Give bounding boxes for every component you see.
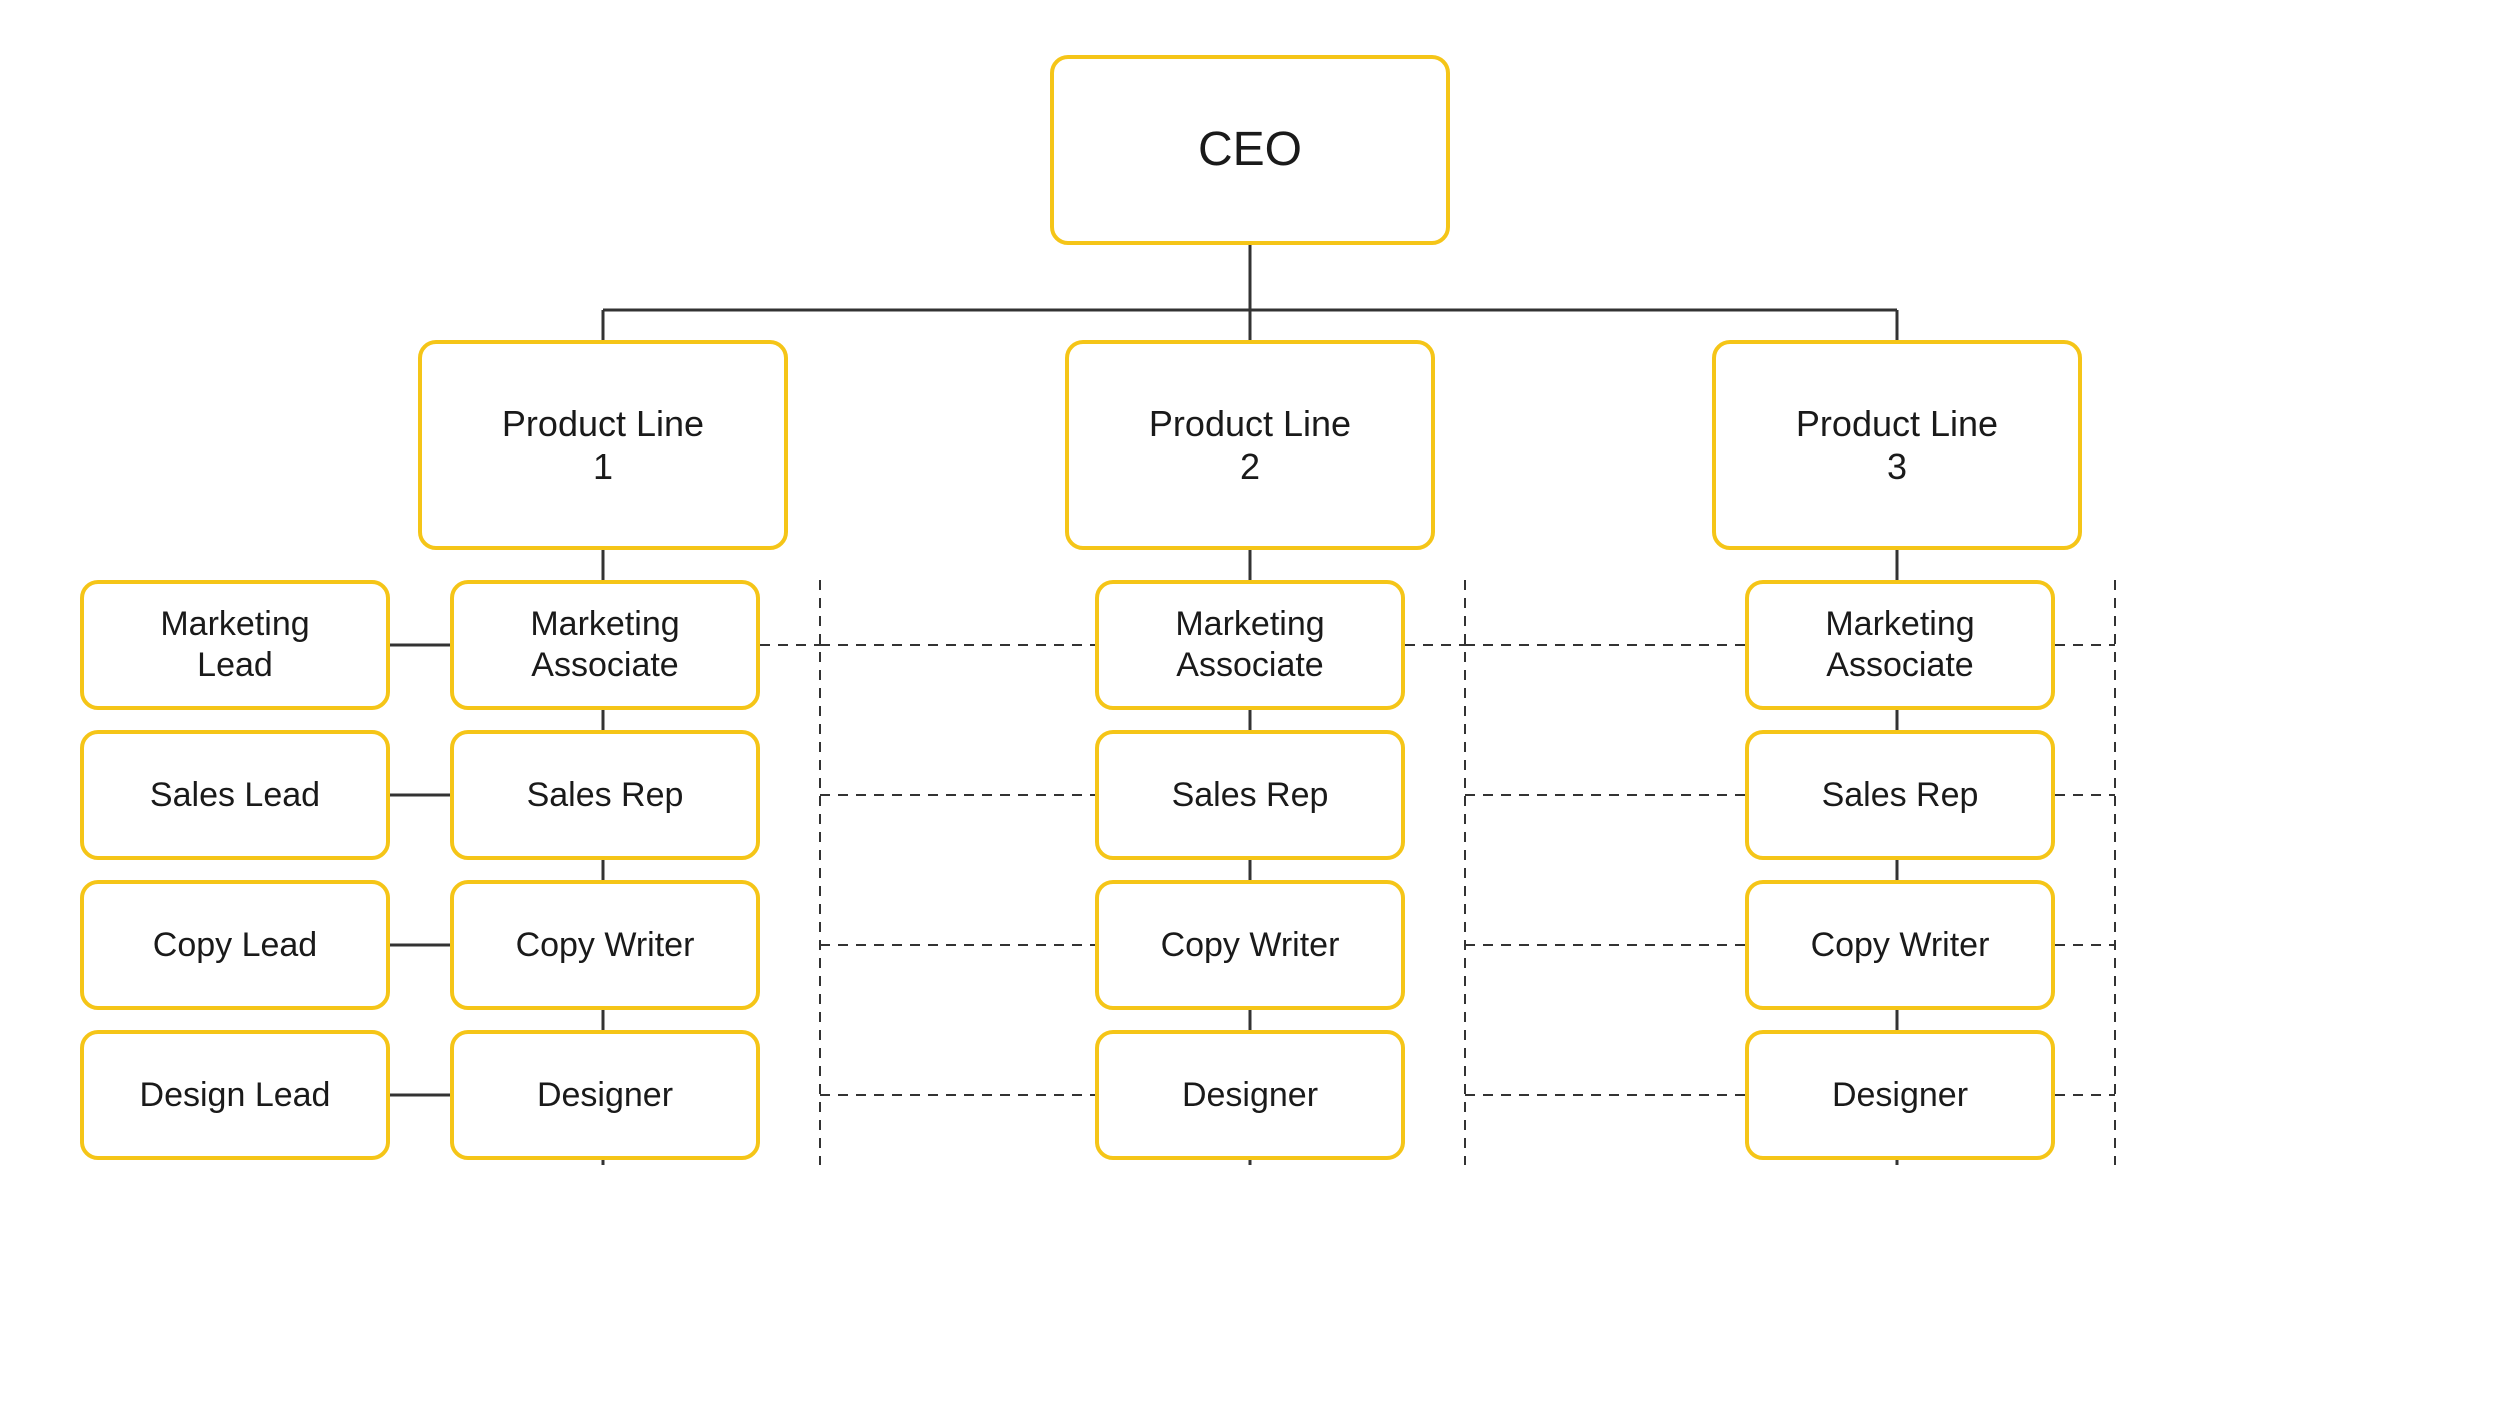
node-pl2-copy-writer: Copy Writer xyxy=(1095,880,1405,1010)
node-pl3-marketing-associate: MarketingAssociate xyxy=(1745,580,2055,710)
node-pl3: Product Line3 xyxy=(1712,340,2082,550)
node-sales-lead: Sales Lead xyxy=(80,730,390,860)
org-chart: CEO Product Line1 Product Line2 Product … xyxy=(0,0,2500,1402)
node-marketing-lead: MarketingLead xyxy=(80,580,390,710)
node-pl1-designer: Designer xyxy=(450,1030,760,1160)
node-pl2: Product Line2 xyxy=(1065,340,1435,550)
node-pl3-sales-rep: Sales Rep xyxy=(1745,730,2055,860)
node-design-lead: Design Lead xyxy=(80,1030,390,1160)
node-pl2-designer: Designer xyxy=(1095,1030,1405,1160)
node-pl1: Product Line1 xyxy=(418,340,788,550)
node-ceo: CEO xyxy=(1050,55,1450,245)
node-copy-lead: Copy Lead xyxy=(80,880,390,1010)
node-pl2-sales-rep: Sales Rep xyxy=(1095,730,1405,860)
node-pl3-designer: Designer xyxy=(1745,1030,2055,1160)
node-pl1-sales-rep: Sales Rep xyxy=(450,730,760,860)
node-pl2-marketing-associate: MarketingAssociate xyxy=(1095,580,1405,710)
node-pl1-copy-writer: Copy Writer xyxy=(450,880,760,1010)
node-pl3-copy-writer: Copy Writer xyxy=(1745,880,2055,1010)
node-pl1-marketing-associate: MarketingAssociate xyxy=(450,580,760,710)
